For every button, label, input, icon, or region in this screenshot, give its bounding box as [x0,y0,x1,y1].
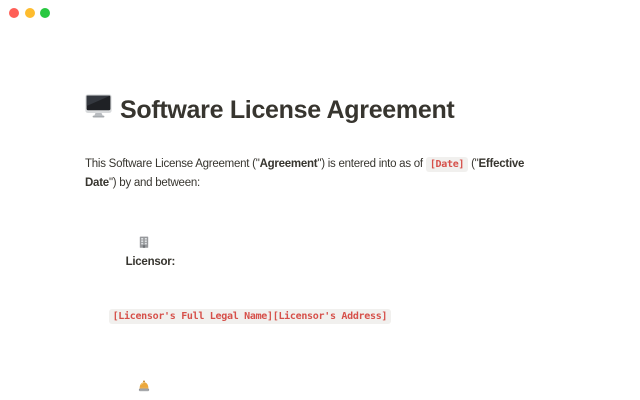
text-run: (" [468,158,478,170]
inline-code-placeholder: [Date] [426,157,468,172]
text-run: ") is entered into as of [317,158,425,170]
notion-document-window: Software License Agreement This Software… [0,0,640,400]
document-content: Software License Agreement This Software… [85,0,554,400]
bold-text: Effective [479,158,525,170]
desktop-computer-emoji [85,94,112,125]
text-run: This Software License Agreement (" [85,158,260,170]
office-building-emoji [109,218,121,230]
zoom-button[interactable] [40,8,50,18]
bellhop-bell-emoji [109,362,121,374]
licensor-placeholder: [Licensor's Full Legal Name][Licensor's … [109,309,392,324]
window-controls [9,8,50,18]
bold-text: Date [85,177,109,189]
close-button[interactable] [9,8,19,18]
licensor-label: Licensor: [126,256,176,268]
page-title-text: Software License Agreement [120,95,454,125]
text-run: ") by and between: [109,177,200,189]
page-title[interactable]: Software License Agreement [85,94,554,125]
bold-text: Agreement [260,158,318,170]
intro-paragraph[interactable]: This Software License Agreement ("Agreem… [85,155,554,192]
minimize-button[interactable] [25,8,35,18]
licensor-block[interactable]: Licensor: [Licensor's Full Legal Name][L… [85,200,554,344]
licensee-block[interactable]: Licensee: [Licensee's Full Legal Name][L… [85,344,554,400]
